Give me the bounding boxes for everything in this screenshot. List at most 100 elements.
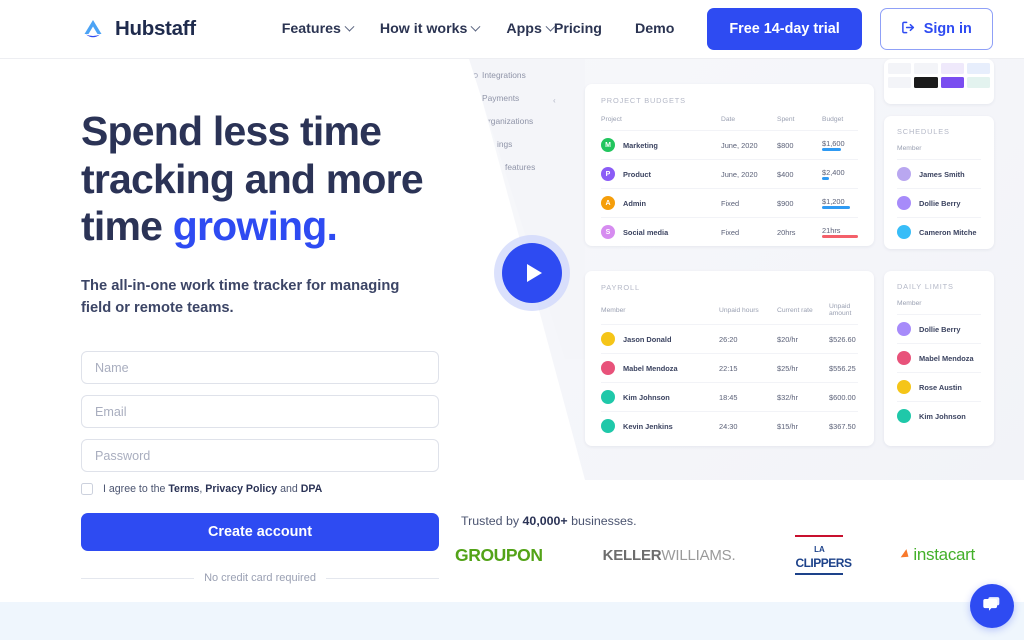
list-item[interactable]: James Smith (897, 159, 981, 188)
table-row[interactable]: P Product June, 2020 $400 $2,400 (601, 159, 858, 189)
avatar: P (601, 167, 615, 181)
chat-widget-button[interactable] (970, 584, 1014, 628)
name-input[interactable] (81, 351, 439, 385)
play-icon (527, 264, 542, 282)
hero-subheadline: The all-in-one work time tracker for man… (81, 277, 400, 317)
terms-checkbox[interactable] (81, 483, 93, 496)
nav-item-demo[interactable]: Demo (635, 21, 674, 37)
sidebar-item-organizations[interactable]: rganizations (488, 116, 533, 126)
mockup-sidebar: Integrations Payments ‹ rganizations ing… (469, 59, 585, 359)
payroll-title: PAYROLL (601, 283, 640, 292)
agree-sep-2: and (277, 483, 301, 496)
sidebar-item-new-features[interactable]: features (505, 162, 535, 172)
current-rate: $25/hr (777, 353, 829, 383)
instacart-wordmark: instacart (913, 545, 975, 564)
sidebar-item-integrations[interactable]: Integrations (482, 70, 526, 80)
clippers-wordmark: CLIPPERS (795, 556, 852, 571)
member-name: Kevin Jenkins (623, 421, 673, 431)
groupon-logo: GROUPON (455, 544, 543, 565)
carrot-icon (901, 549, 912, 561)
sidebar-item-payments[interactable]: Payments (482, 93, 519, 103)
thumbnail (914, 63, 938, 74)
project-name: Social media (623, 227, 669, 237)
member-name: Jason Donald (623, 334, 672, 344)
trusted-suffix: businesses. (567, 514, 637, 528)
payroll-table: Member Unpaid hours Current rate Unpaid … (601, 303, 858, 440)
customer-logos: GROUPON KELLERWILLIAMS. LA CLIPPERS inst… (455, 534, 975, 576)
nav-item-features[interactable]: Features (282, 21, 355, 37)
daily-limit-member-name: Rose Austin (919, 382, 962, 392)
schedules-title: SCHEDULES (897, 127, 950, 136)
password-input[interactable] (81, 439, 439, 473)
play-video-button[interactable] (502, 243, 562, 303)
current-rate: $15/hr (777, 411, 829, 440)
sidebar-item-settings[interactable]: ings (497, 139, 512, 149)
member-name: Mabel Mendoza (623, 363, 678, 373)
column-project: Project (601, 116, 622, 123)
unpaid-hours: 26:20 (719, 324, 777, 354)
project-budget: $1,600 (822, 139, 845, 149)
chevron-down-icon (344, 21, 355, 32)
column-unpaid-hours: Unpaid hours (719, 306, 759, 314)
avatar (897, 196, 911, 210)
brand-logo[interactable]: Hubstaff (80, 16, 196, 42)
project-budget: 21hrs (822, 226, 841, 236)
table-row[interactable]: M Marketing June, 2020 $800 $1,600 (601, 130, 858, 160)
table-row[interactable]: Kevin Jenkins 24:30 $15/hr $367.50 (601, 411, 858, 440)
column-current-rate: Current rate (777, 306, 813, 314)
budget-bar (822, 206, 858, 209)
table-row[interactable]: Jason Donald 26:20 $20/hr $526.60 (601, 324, 858, 354)
avatar (601, 390, 615, 404)
project-spent: $800 (777, 130, 822, 160)
nav-item-pricing[interactable]: Pricing (554, 21, 602, 37)
headline-line-2: tracking and more (81, 155, 424, 202)
no-credit-card-text: No credit card required (204, 572, 316, 585)
table-row[interactable]: Mabel Mendoza 22:15 $25/hr $556.25 (601, 353, 858, 383)
headline-line-3: time (81, 203, 173, 250)
dpa-link[interactable]: DPA (301, 483, 323, 495)
list-item[interactable]: Dollie Berry (897, 188, 981, 217)
kw-bold: KELLER (602, 546, 662, 564)
unpaid-amount: $556.25 (829, 353, 858, 383)
sign-in-label: Sign in (923, 21, 972, 37)
schedule-member-name: Cameron Mitche (919, 227, 977, 237)
project-budgets-card: PROJECT BUDGETS Project Date Spent Budge… (585, 84, 874, 246)
thumbnail (940, 77, 964, 88)
unpaid-hours: 22:15 (719, 353, 777, 383)
project-date: Fixed (721, 188, 777, 218)
column-member: Member (897, 300, 922, 307)
project-date: Fixed (721, 217, 777, 246)
nav-item-how-it-works[interactable]: How it works (380, 21, 481, 37)
avatar: S (601, 225, 615, 239)
agree-prefix: I agree to the (103, 483, 169, 496)
nav-item-apps[interactable]: Apps (506, 21, 556, 37)
daily-limit-member-name: Mabel Mendoza (919, 353, 974, 363)
list-item[interactable]: Cameron Mitche (897, 217, 981, 246)
privacy-policy-link[interactable]: Privacy Policy (205, 483, 277, 495)
table-row[interactable]: S Social media Fixed 20hrs 21hrs (601, 217, 858, 246)
gear-icon (473, 73, 478, 78)
current-rate: $20/hr (777, 324, 829, 354)
unpaid-amount: $367.50 (829, 411, 858, 440)
column-budget: Budget (822, 116, 844, 123)
list-item[interactable]: Mabel Mendoza (897, 343, 981, 372)
unpaid-amount: $600.00 (829, 382, 858, 412)
divider-left (81, 577, 195, 579)
table-row[interactable]: A Admin Fixed $900 $1,200 (601, 188, 858, 218)
terms-link[interactable]: Terms (168, 483, 199, 495)
landing-page: Hubstaff Features How it works Apps Pric… (0, 0, 1024, 640)
thumbnail (888, 77, 912, 88)
list-item[interactable]: Kim Johnson (897, 401, 981, 430)
email-input[interactable] (81, 395, 439, 429)
sign-in-button[interactable]: Sign in (879, 8, 993, 50)
table-row[interactable]: Kim Johnson 18:45 $32/hr $600.00 (601, 382, 858, 412)
list-item[interactable]: Dollie Berry (897, 314, 981, 343)
trusted-prefix: Trusted by (461, 514, 523, 528)
top-navigation: Hubstaff Features How it works Apps Pric… (0, 0, 1024, 59)
unpaid-hours: 24:30 (719, 411, 777, 440)
project-name: Admin (623, 198, 646, 208)
list-item[interactable]: Rose Austin (897, 372, 981, 401)
create-account-button[interactable]: Create account (81, 513, 439, 552)
free-trial-button[interactable]: Free 14-day trial (707, 8, 862, 50)
trusted-by-text: Trusted by 40,000+ businesses. (461, 512, 637, 530)
